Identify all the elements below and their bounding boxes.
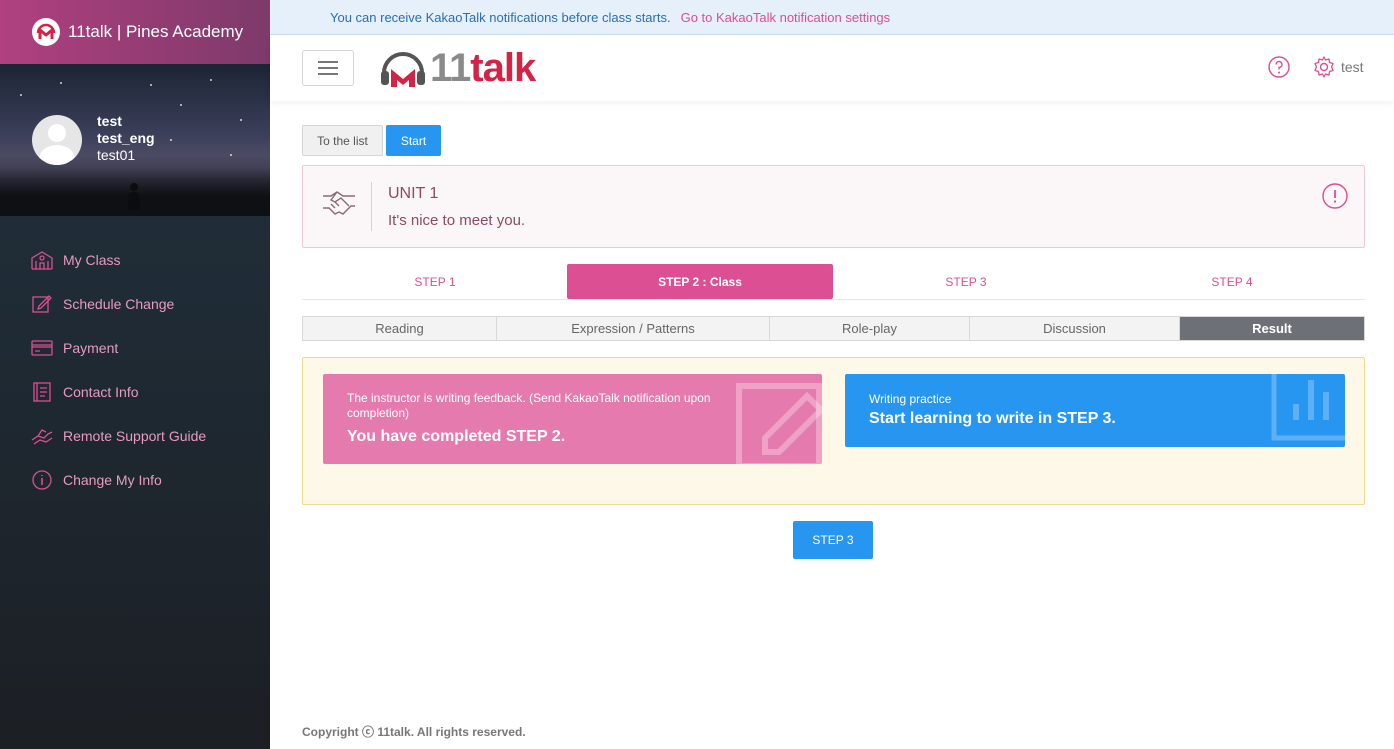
unit-title: UNIT 1 [388,185,439,202]
sidebar: 11talk | Pines Academy test test_eng tes… [0,0,270,749]
sidebar-menu: My Class Schedule Change Payment Contact… [0,216,270,502]
tab-step-3[interactable]: STEP 3 [833,264,1099,299]
avatar[interactable] [32,115,82,165]
step-tabs: STEP 1 STEP 2 : Class STEP 3 STEP 4 [302,264,1365,300]
class-subtabs: Reading Expression / Patterns Role-play … [302,316,1365,341]
writing-practice-label: Writing practice [869,392,952,406]
app-logo[interactable]: 11talk [380,46,536,91]
sidebar-item-payment[interactable]: Payment [0,326,270,370]
next-step-button[interactable]: STEP 3 [793,521,873,559]
start-button[interactable]: Start [386,125,441,156]
info-icon [32,470,52,490]
top-header: 11talk test [270,35,1394,101]
sidebar-item-label: Schedule Change [63,296,175,312]
help-icon[interactable] [1268,56,1290,78]
tab-step-2[interactable]: STEP 2 : Class [567,264,833,299]
sidebar-item-schedule-change[interactable]: Schedule Change [0,282,270,326]
profile-info: test test_eng test01 [97,113,155,164]
profile-name: test [97,113,122,129]
notification-banner: You can receive KakaoTalk notifications … [270,0,1394,35]
subtab-discussion[interactable]: Discussion [970,317,1180,340]
sidebar-item-my-class[interactable]: My Class [0,238,270,282]
subtab-result[interactable]: Result [1180,317,1364,340]
result-panel: The instructor is writing feedback. (Sen… [302,357,1365,505]
gear-icon[interactable] [1312,55,1336,79]
brand-logo-icon [32,18,60,46]
support-hand-icon [31,429,53,445]
feedback-complete-text: You have completed STEP 2. [347,428,566,445]
pencil-note-icon [736,383,822,464]
subtab-role-play[interactable]: Role-play [770,317,970,340]
kakaotalk-settings-link[interactable]: Go to KakaoTalk notification settings [681,10,891,25]
menu-toggle-button[interactable] [302,50,354,86]
writing-practice-cta: Start learning to write in STEP 3. [869,410,1116,427]
sidebar-item-label: My Class [63,252,121,268]
to-the-list-button[interactable]: To the list [302,125,383,156]
sidebar-item-contact-info[interactable]: Contact Info [0,370,270,414]
edit-icon [32,295,52,313]
headphones-logo-icon [381,51,425,87]
sidebar-item-label: Change My Info [63,472,162,488]
profile-user-id: test01 [97,147,136,163]
profile-banner: test test_eng test01 [0,64,270,216]
stargazer-figure [128,183,140,210]
tab-step-4[interactable]: STEP 4 [1099,264,1365,299]
sidebar-item-label: Payment [63,340,119,356]
school-icon [31,251,53,270]
feedback-status-card: The instructor is writing feedback. (Sen… [323,374,822,464]
alert-icon[interactable] [1322,183,1348,209]
card-icon [31,340,53,356]
handshake-icon [323,191,355,215]
tab-step-1[interactable]: STEP 1 [302,264,568,299]
sidebar-item-change-my-info[interactable]: Change My Info [0,458,270,502]
logo-text: 11talk [430,46,536,90]
brand-title: 11talk | Pines Academy [68,22,244,41]
unit-card: UNIT 1 It's nice to meet you. [302,165,1365,248]
footer-copyright: Copyright ⓒ 11talk. All rights reserved. [302,725,526,739]
profile-eng-name: test_eng [97,130,155,146]
subtab-expression-patterns[interactable]: Expression / Patterns [497,317,770,340]
header-username[interactable]: test [1341,59,1364,75]
sidebar-item-remote-support-guide[interactable]: Remote Support Guide [0,414,270,458]
unit-subtitle: It's nice to meet you. [388,212,526,229]
bar-chart-icon [1271,374,1345,441]
notice-message: You can receive KakaoTalk notifications … [330,9,671,25]
sidebar-item-label: Remote Support Guide [63,428,207,444]
contact-book-icon [33,382,51,402]
feedback-status-text: The instructor is writing feedback. (Sen… [347,391,711,420]
writing-practice-card[interactable]: Writing practice Start learning to write… [845,374,1345,447]
sidebar-item-label: Contact Info [63,384,139,400]
subtab-reading[interactable]: Reading [303,317,497,340]
sidebar-brand[interactable]: 11talk | Pines Academy [0,0,270,64]
